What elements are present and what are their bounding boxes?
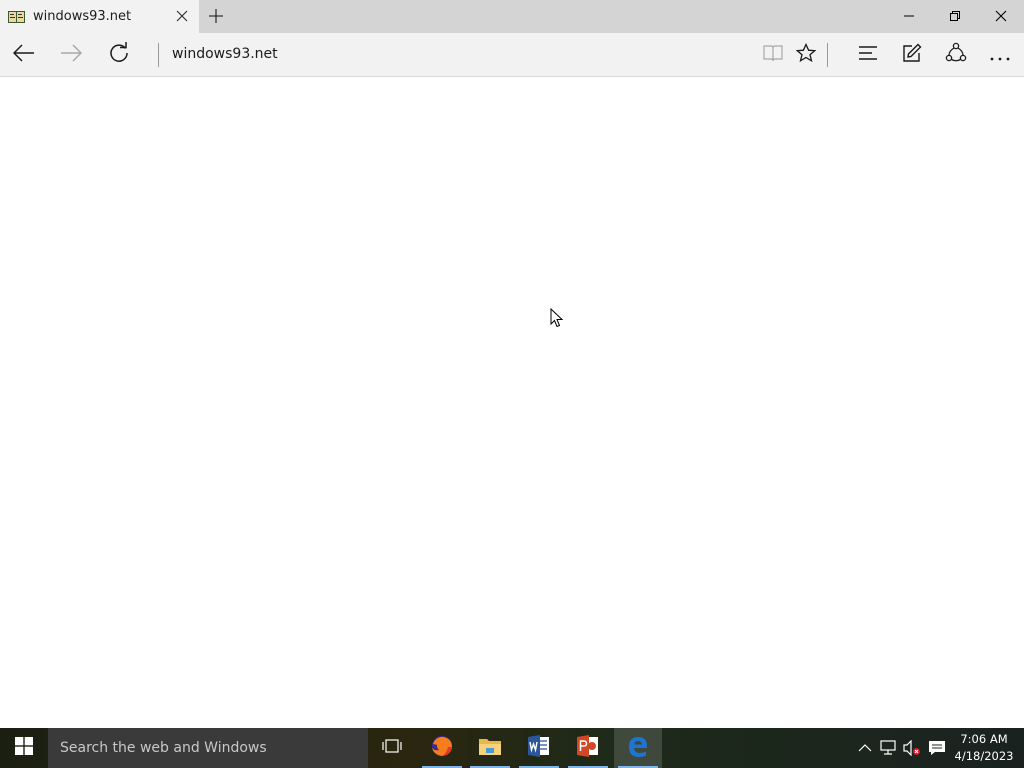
word-icon [527, 734, 551, 762]
more-button[interactable] [978, 33, 1022, 77]
restore-button[interactable] [932, 0, 978, 33]
hub-icon [858, 45, 878, 65]
restore-icon [949, 7, 961, 26]
minimize-button[interactable] [886, 0, 932, 33]
toolbar-divider [827, 43, 828, 67]
volume-muted-icon[interactable] [903, 739, 921, 757]
favorites-button[interactable] [784, 33, 828, 77]
site-favicon-icon [8, 9, 25, 24]
minimize-icon [903, 7, 915, 26]
forward-button[interactable] [49, 33, 93, 77]
share-icon [945, 42, 967, 68]
network-icon[interactable] [879, 739, 897, 757]
close-icon [995, 7, 1007, 26]
tab-title: windows93.net [33, 9, 132, 24]
edge-icon [626, 734, 650, 762]
address-bar[interactable]: windows93.net [172, 46, 278, 62]
web-content-area[interactable] [0, 77, 1024, 728]
clock-time: 7:06 AM [960, 732, 1008, 746]
more-icon [990, 46, 1010, 65]
clock-date: 4/18/2023 [954, 749, 1014, 763]
web-note-button[interactable] [890, 33, 934, 77]
taskbar-app-firefox[interactable] [418, 728, 466, 768]
back-arrow-icon [12, 44, 35, 66]
firefox-icon [430, 734, 454, 762]
hub-button[interactable] [846, 33, 890, 77]
share-button[interactable] [934, 33, 978, 77]
taskbar-clock[interactable]: 7:06 AM 4/18/2023 [952, 731, 1016, 765]
new-tab-icon[interactable] [207, 7, 225, 25]
taskbar-search-box[interactable]: Search the web and Windows [48, 728, 368, 768]
taskbar-app-file-explorer[interactable] [466, 728, 514, 768]
title-bar: windows93.net [0, 0, 1024, 33]
mouse-cursor-icon [550, 307, 564, 332]
refresh-button[interactable] [97, 33, 141, 77]
taskbar-app-word[interactable] [515, 728, 563, 768]
star-icon [795, 42, 817, 67]
powerpoint-icon [576, 734, 600, 762]
navigation-bar: windows93.net [0, 33, 1024, 77]
task-view-button[interactable] [368, 728, 416, 768]
folder-icon [478, 736, 502, 760]
reading-view-icon [763, 44, 783, 66]
windows-logo-icon [15, 737, 33, 759]
browser-tab[interactable]: windows93.net [0, 0, 199, 33]
web-note-icon [902, 43, 922, 67]
show-hidden-icons-icon[interactable] [856, 739, 874, 757]
tab-close-icon[interactable] [174, 8, 190, 24]
refresh-icon [108, 42, 130, 68]
task-view-icon [382, 738, 402, 758]
action-center-icon[interactable] [928, 739, 946, 757]
address-divider [158, 43, 159, 67]
close-window-button[interactable] [978, 0, 1024, 33]
search-placeholder: Search the web and Windows [60, 740, 267, 756]
taskbar-app-edge[interactable] [614, 728, 662, 768]
start-button[interactable] [0, 728, 48, 768]
taskbar: Search the web and Windows 7:06 AM 4/18/… [0, 728, 1024, 768]
forward-arrow-icon [60, 44, 83, 66]
taskbar-app-powerpoint[interactable] [564, 728, 612, 768]
back-button[interactable] [2, 33, 46, 77]
